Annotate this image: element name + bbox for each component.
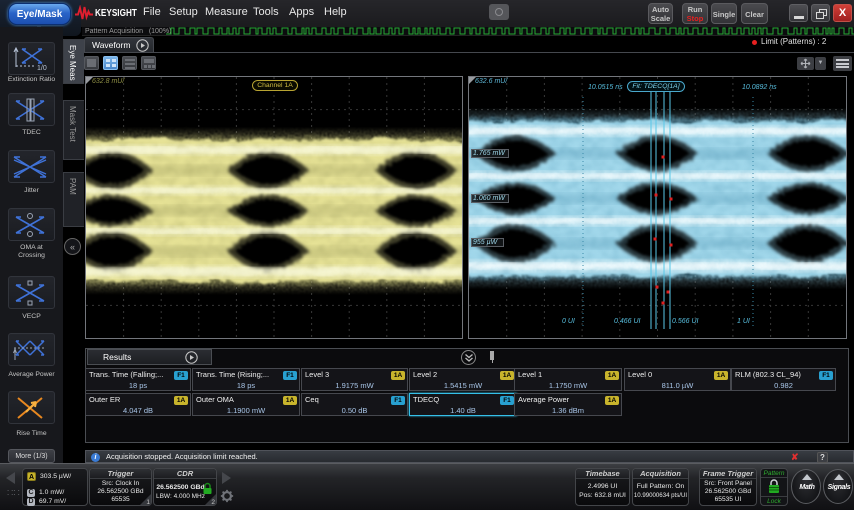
svg-text:1/0: 1/0 xyxy=(37,65,47,72)
